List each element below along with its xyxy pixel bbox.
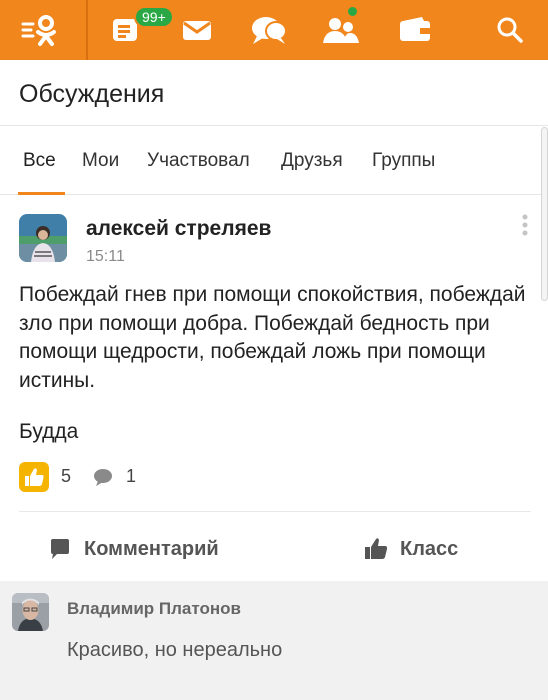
likes-count: 5 <box>61 466 72 486</box>
comments-count: 1 <box>126 466 137 486</box>
comment-button-label: Комментарий <box>84 537 219 560</box>
author-avatar[interactable] <box>19 214 67 262</box>
tab-mine[interactable]: Мои <box>82 150 119 172</box>
comment-item: Владимир Платонов Красиво, но нереально <box>0 581 548 700</box>
friends-status-dot <box>346 5 359 18</box>
post-divider <box>19 511 531 512</box>
scrollbar[interactable] <box>541 127 548 301</box>
wallet-icon[interactable] <box>390 0 440 60</box>
comment-button[interactable]: Комментарий <box>48 529 219 569</box>
comment-icon <box>51 539 69 559</box>
post-author-name[interactable]: алексей стреляев <box>86 217 271 241</box>
post-menu-icon[interactable] <box>517 213 533 239</box>
post-time: 15:11 <box>86 248 125 265</box>
class-button-label: Класс <box>400 537 459 560</box>
ok-logo-icon[interactable] <box>10 0 70 60</box>
tab-friends[interactable]: Друзья <box>281 150 343 172</box>
search-icon[interactable] <box>488 0 532 60</box>
tab-groups[interactable]: Группы <box>372 150 435 172</box>
topbar-divider <box>86 0 88 60</box>
discussion-tabs: Все Мои Участвовал Друзья Группы <box>0 127 548 195</box>
commenter-name[interactable]: Владимир Платонов <box>67 599 241 619</box>
comment-bubble-icon <box>92 467 114 492</box>
post-signature: Будда <box>19 420 79 443</box>
class-button[interactable]: Класс <box>364 529 458 569</box>
discussions-icon[interactable] <box>241 0 297 60</box>
top-navigation-bar: 99+ <box>0 0 548 60</box>
comment-text: Красиво, но нереально <box>67 639 283 661</box>
messages-icon[interactable] <box>172 0 222 60</box>
commenter-avatar[interactable] <box>12 593 49 631</box>
post-text: Побеждай гнев при помощи спокойствия, по… <box>19 283 526 392</box>
like-icon[interactable] <box>19 462 49 492</box>
tab-all[interactable]: Все <box>23 150 56 172</box>
page-title: Обсуждения <box>19 80 165 108</box>
active-tab-indicator <box>18 192 65 195</box>
page-header: Обсуждения <box>0 60 548 126</box>
tab-participated[interactable]: Участвовал <box>147 150 250 172</box>
thumbs-up-icon <box>365 538 388 559</box>
feed-notification-badge: 99+ <box>134 6 174 28</box>
